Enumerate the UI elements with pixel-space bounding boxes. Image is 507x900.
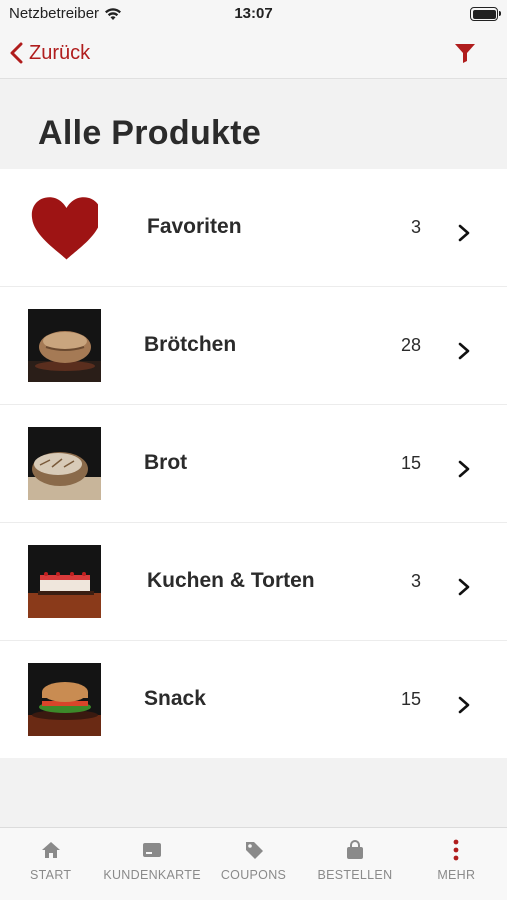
tab-label: COUPONS bbox=[220, 868, 287, 882]
list-item-count: 3 bbox=[410, 217, 421, 237]
broetchen-image bbox=[28, 309, 101, 382]
list-item-count: 15 bbox=[400, 689, 421, 709]
list-item-count: 15 bbox=[400, 453, 421, 473]
chevron-right-icon bbox=[458, 696, 470, 714]
chevron-right-icon bbox=[458, 342, 470, 360]
tag-icon bbox=[245, 842, 263, 859]
list-item-favoriten[interactable]: Favoriten 3 bbox=[0, 169, 507, 287]
list-item-count: 28 bbox=[400, 335, 421, 355]
kuchen-image bbox=[28, 545, 101, 618]
tab-start[interactable]: START bbox=[0, 828, 101, 900]
tab-bar: START KUNDENKARTE COUPONS BESTELLEN MEHR bbox=[0, 827, 507, 900]
list-item-count: 3 bbox=[410, 571, 421, 591]
tab-bestellen[interactable]: BESTELLEN bbox=[304, 828, 405, 900]
chevron-right-icon bbox=[458, 460, 470, 478]
list-item-label: Kuchen & Torten bbox=[147, 569, 315, 592]
list-item-label: Brot bbox=[144, 451, 188, 474]
back-button[interactable]: Zurück bbox=[10, 39, 90, 67]
tab-label: BESTELLEN bbox=[317, 868, 393, 882]
category-list: Favoriten 3 Brötchen 28 Brot 15 Kuchen &… bbox=[0, 169, 507, 758]
list-item-label: Snack bbox=[144, 687, 206, 710]
battery-icon bbox=[470, 7, 501, 21]
bag-icon bbox=[346, 840, 363, 859]
more-icon bbox=[453, 839, 459, 861]
tab-mehr[interactable]: MEHR bbox=[406, 828, 507, 900]
list-item-broetchen[interactable]: Brötchen 28 bbox=[0, 287, 507, 405]
tab-label: MEHR bbox=[437, 868, 476, 882]
list-item-label: Brötchen bbox=[144, 333, 237, 356]
card-icon bbox=[143, 843, 162, 857]
chevron-right-icon bbox=[458, 224, 470, 242]
list-item-snack[interactable]: Snack 15 bbox=[0, 641, 507, 758]
page-title: Alle Produkte bbox=[38, 114, 262, 152]
navigation-bar: Zurück bbox=[0, 30, 507, 79]
back-button-label: Zurück bbox=[29, 41, 91, 64]
status-bar: Netzbetreiber 13:07 bbox=[0, 0, 507, 30]
heart-icon bbox=[30, 193, 98, 261]
list-item-label: Favoriten bbox=[147, 215, 242, 238]
list-item-brot[interactable]: Brot 15 bbox=[0, 405, 507, 523]
brot-image bbox=[28, 427, 101, 500]
home-icon bbox=[41, 842, 60, 858]
tab-label: KUNDENKARTE bbox=[103, 868, 201, 882]
chevron-right-icon bbox=[458, 578, 470, 596]
clock: 13:07 bbox=[234, 5, 273, 22]
filter-icon[interactable] bbox=[453, 41, 477, 65]
tab-label: START bbox=[30, 868, 72, 882]
chevron-left-icon bbox=[10, 42, 23, 64]
snack-image bbox=[28, 663, 101, 736]
tab-coupons[interactable]: COUPONS bbox=[203, 828, 304, 900]
tab-kundenkarte[interactable]: KUNDENKARTE bbox=[101, 828, 202, 900]
list-item-kuchen-torten[interactable]: Kuchen & Torten 3 bbox=[0, 523, 507, 641]
